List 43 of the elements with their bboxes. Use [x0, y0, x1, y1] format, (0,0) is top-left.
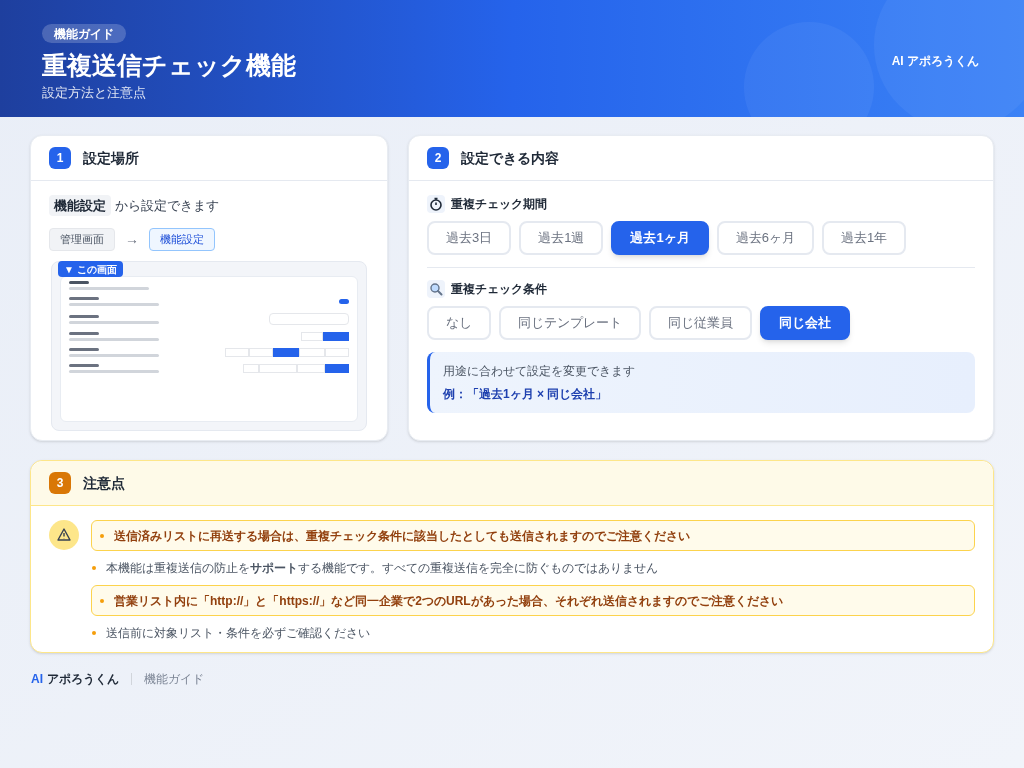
note-text: 営業リスト内に「http://」と「https://」など同一企業で2つのURLがあった場合、それぞれ送信されますのでご注意ください: [114, 592, 783, 610]
page-subtitle: 設定方法と注意点: [42, 84, 146, 102]
card-title: 注意点: [83, 473, 125, 493]
step-number-badge: 3: [49, 472, 71, 494]
option-button[interactable]: なし: [427, 306, 491, 340]
footer-brand-prefix: AI: [31, 671, 43, 688]
step-number-badge: 1: [49, 147, 71, 169]
option-button[interactable]: 過去1年: [821, 221, 907, 255]
brand-name: AI アポろうくん: [891, 53, 979, 70]
breadcrumb-item: 機能設定: [149, 228, 215, 251]
note-text: 送信前に対象リスト・条件を必ずご確認ください: [106, 625, 370, 642]
search-icon: [427, 280, 445, 298]
option-button[interactable]: 過去3日: [427, 221, 512, 255]
card-title: 設定場所: [83, 148, 139, 168]
breadcrumb-item: 管理画面: [49, 228, 115, 251]
info-example: 例：「過去1ヶ月 × 同じ会社」: [443, 386, 609, 403]
footer-label: 機能ガイド: [144, 671, 204, 688]
option-button[interactable]: 同じ従業員: [649, 306, 752, 340]
bullet-icon: [100, 533, 104, 538]
setting-name-chip: 機能設定: [49, 195, 111, 216]
warning-icon: [49, 520, 79, 550]
option-button[interactable]: 過去1ヶ月: [611, 221, 709, 255]
bullet-icon: [100, 598, 104, 603]
group-title: 重複チェック期間: [451, 196, 547, 213]
step-number-badge: 2: [427, 147, 449, 169]
option-button[interactable]: 同じテンプレート: [499, 306, 641, 340]
bullet-icon: [92, 631, 96, 635]
note-text: 本機能は重複送信の防止をサポートする機能です。すべての重複送信を完全に防ぐものではありません: [106, 560, 658, 577]
stopwatch-icon: [427, 195, 445, 213]
bullet-icon: [92, 566, 96, 570]
option-button[interactable]: 過去1週: [519, 221, 604, 255]
card-title: 設定できる内容: [461, 148, 559, 168]
page-title: 重複送信チェック機能: [42, 50, 296, 81]
footer-brand-name: アポろうくん: [47, 671, 119, 688]
this-screen-badge: ▼ この画面: [58, 261, 123, 277]
option-button[interactable]: 過去6ヶ月: [716, 221, 814, 255]
group-title: 重複チェック条件: [451, 281, 547, 298]
breadcrumb-arrow: →: [125, 230, 139, 249]
info-text: 用途に合わせて設定を変更できます: [443, 363, 636, 380]
guide-badge: 機能ガイド: [42, 24, 126, 43]
option-button[interactable]: 同じ会社: [760, 306, 850, 340]
note-text: 送信済みリストに再送する場合は、重複チェック条件に該当したとしても送信されますのでご注意ください: [114, 527, 690, 545]
lead-text: から設定できます: [115, 196, 219, 215]
